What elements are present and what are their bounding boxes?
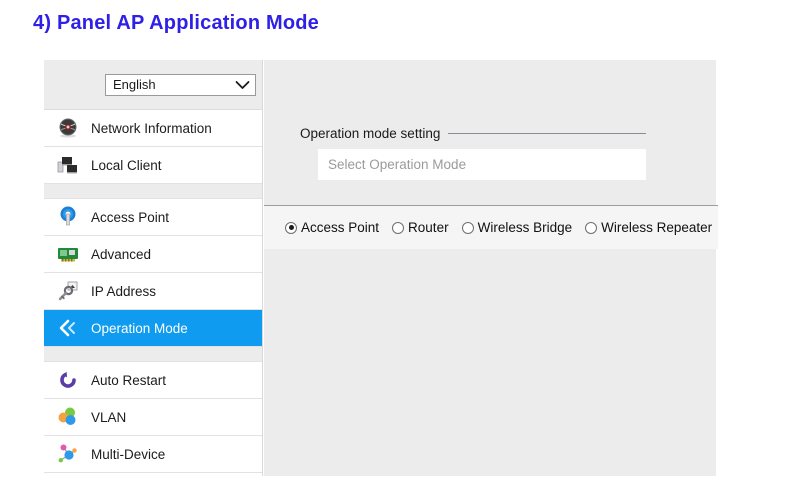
chevron-down-icon	[235, 80, 250, 90]
sidebar-item-label: Auto Restart	[91, 373, 166, 388]
radio-option-label: Router	[408, 220, 449, 235]
network-nodes-icon	[57, 443, 79, 465]
sidebar-group-spacer	[44, 347, 262, 362]
sidebar-item-network-information[interactable]: Network Information	[44, 110, 262, 147]
router-admin-ui: English	[44, 60, 716, 476]
language-row: English	[44, 60, 262, 110]
sidebar-item-access-point[interactable]: Access Point	[44, 199, 262, 236]
radio-option-label: Wireless Repeater	[601, 220, 712, 235]
sidebar-item-advanced[interactable]: Advanced	[44, 236, 262, 273]
colored-circles-icon	[57, 406, 79, 428]
content-panel: Operation mode setting Select Operation …	[264, 60, 716, 476]
sidebar-item-ip-address[interactable]: IP Address	[44, 273, 262, 310]
radio-dot-icon	[585, 222, 597, 234]
radio-option-access-point[interactable]: Access Point	[285, 220, 379, 235]
operation-mode-radio-group: Access Point Router Wireless Bridge Wire…	[264, 205, 718, 249]
radio-dot-icon	[462, 222, 474, 234]
radio-dot-icon	[285, 222, 297, 234]
sidebar-item-vlan[interactable]: VLAN	[44, 399, 262, 436]
radio-option-router[interactable]: Router	[392, 220, 449, 235]
sidebar-item-label: Multi-Device	[91, 447, 165, 462]
key-tag-icon	[57, 280, 79, 302]
select-operation-mode-placeholder: Select Operation Mode	[328, 157, 466, 172]
restart-arrow-icon	[57, 369, 79, 391]
fieldset-legend: Operation mode setting	[300, 126, 646, 141]
computers-icon	[57, 154, 79, 176]
sidebar-item-label: Advanced	[91, 247, 151, 262]
radio-option-wireless-bridge[interactable]: Wireless Bridge	[462, 220, 573, 235]
radio-option-label: Wireless Bridge	[478, 220, 573, 235]
page-title: 4) Panel AP Application Mode	[33, 12, 319, 35]
radio-dot-icon	[392, 222, 404, 234]
legend-rule	[448, 133, 646, 134]
sidebar-item-label: Local Client	[91, 158, 162, 173]
fieldset-legend-text: Operation mode setting	[300, 126, 440, 141]
sidebar: English	[44, 60, 263, 476]
sidebar-group-spacer	[44, 184, 262, 199]
sidebar-item-local-client[interactable]: Local Client	[44, 147, 262, 184]
language-select-value: English	[113, 77, 156, 92]
sidebar-item-label: Access Point	[91, 210, 169, 225]
sidebar-item-auto-restart[interactable]: Auto Restart	[44, 362, 262, 399]
sidebar-item-label: IP Address	[91, 284, 156, 299]
sidebar-item-label: VLAN	[91, 410, 126, 425]
sidebar-item-operation-mode[interactable]: Operation Mode	[44, 310, 262, 347]
language-select[interactable]: English	[105, 74, 256, 96]
sidebar-item-label: Operation Mode	[91, 321, 188, 336]
wifi-antenna-icon	[57, 206, 79, 228]
radio-option-wireless-repeater[interactable]: Wireless Repeater	[585, 220, 712, 235]
network-card-icon	[57, 243, 79, 265]
sidebar-item-label: Network Information	[91, 121, 212, 136]
globe-radar-icon	[57, 117, 79, 139]
double-chevron-left-icon	[57, 317, 79, 339]
select-operation-mode-field[interactable]: Select Operation Mode	[318, 149, 646, 180]
sidebar-item-multi-device[interactable]: Multi-Device	[44, 436, 262, 473]
operation-mode-fieldset: Operation mode setting Select Operation …	[300, 126, 646, 180]
screenshot-root: 4) Panel AP Application Mode English	[0, 0, 800, 504]
radio-option-label: Access Point	[301, 220, 379, 235]
